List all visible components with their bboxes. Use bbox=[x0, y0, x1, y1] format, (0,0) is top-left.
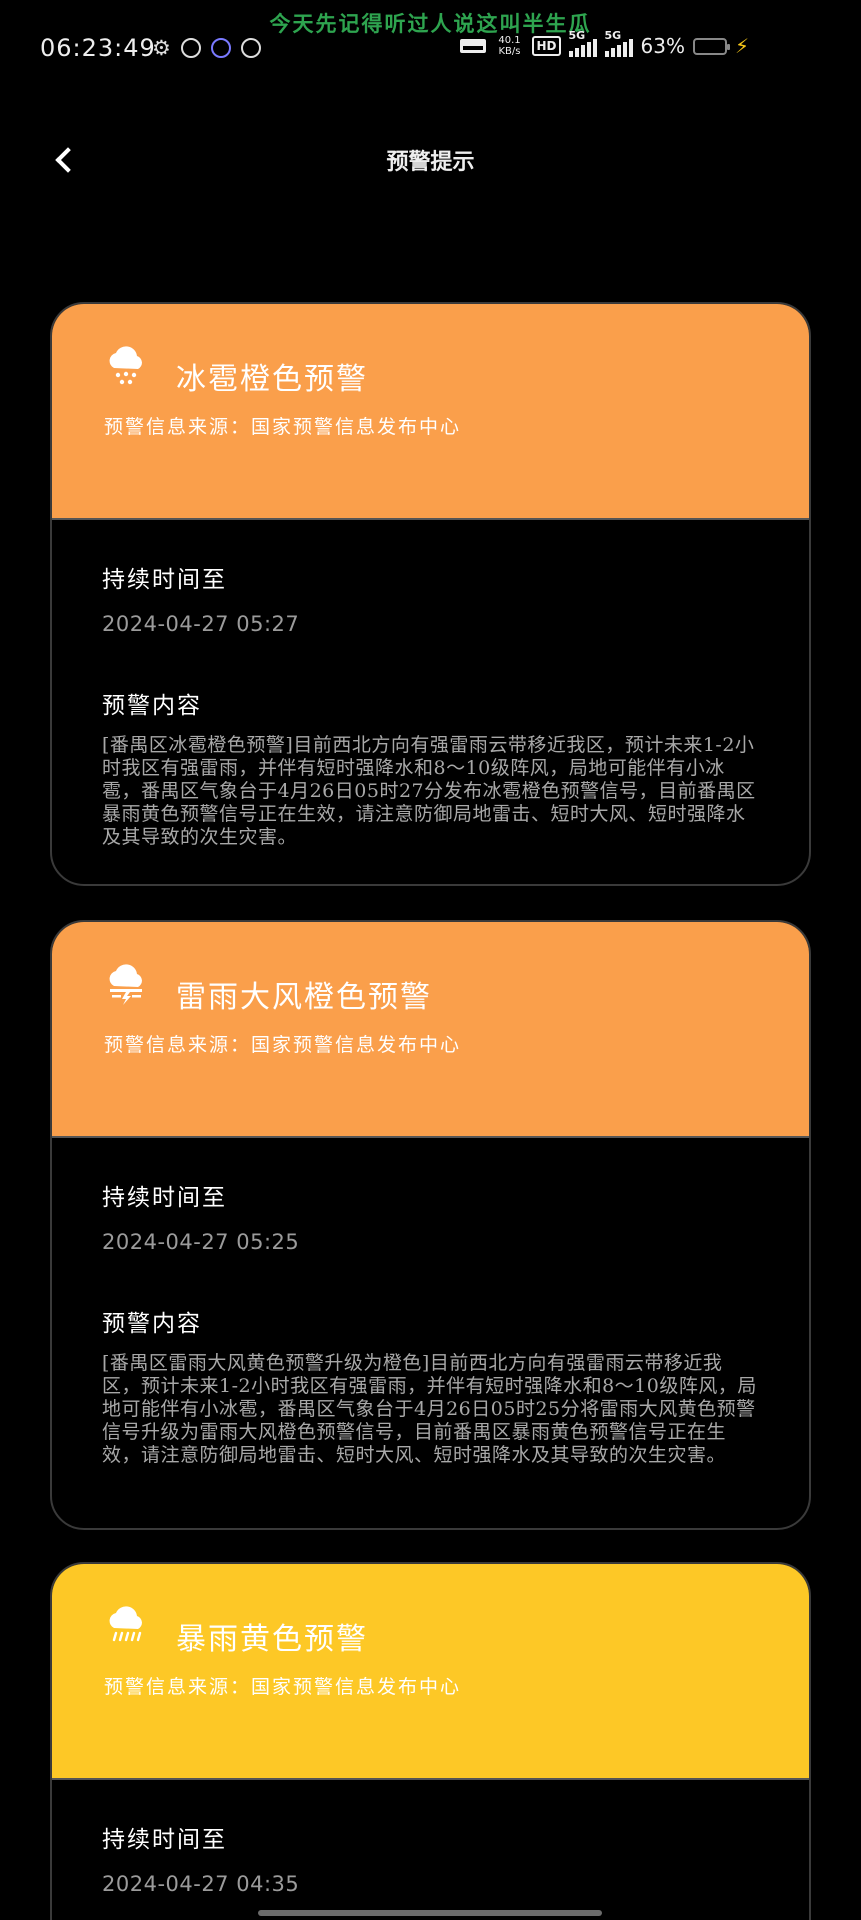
status-bar: 今天先记得听过人说这叫半生瓜 06:23:49 ⚙ 40.1 KB/s HD 5… bbox=[0, 0, 861, 80]
header: 预警提示 bbox=[0, 130, 861, 190]
content-text: [番禺区冰雹橙色预警]目前西北方向有强雷雨云带移近我区，预计未来1-2小时我区有… bbox=[102, 734, 756, 848]
rain-cloud-icon bbox=[109, 1606, 142, 1642]
warning-source: 预警信息来源：国家预警信息发布中心 bbox=[104, 1034, 462, 1056]
warning-card[interactable]: 雷雨大风橙色预警 预警信息来源：国家预警信息发布中心 持续时间至 2024-04… bbox=[50, 920, 811, 1530]
charging-icon: ⚡ bbox=[734, 34, 749, 58]
sleep-mode-icon bbox=[460, 39, 487, 53]
duration-label: 持续时间至 bbox=[102, 1185, 227, 1211]
warning-source: 预警信息来源：国家预警信息发布中心 bbox=[104, 416, 462, 438]
warning-card[interactable]: 暴雨黄色预警 预警信息来源：国家预警信息发布中心 持续时间至 2024-04-2… bbox=[50, 1562, 811, 1920]
page-title: 预警提示 bbox=[386, 149, 475, 175]
warning-title: 冰雹橙色预警 bbox=[176, 362, 368, 397]
signal-sim2-icon: 5G bbox=[604, 29, 633, 57]
status-notification-icons: ⚙ bbox=[152, 36, 261, 60]
warning-card-body: 持续时间至 2024-04-27 05:25 预警内容 [番禺区雷雨大风黄色预警… bbox=[52, 1136, 809, 1507]
duration-value: 2024-04-27 04:35 bbox=[102, 1872, 300, 1896]
home-indicator[interactable] bbox=[258, 1910, 602, 1916]
warning-card-body: 持续时间至 2024-04-27 04:35 bbox=[52, 1778, 809, 1920]
vpn-icon bbox=[240, 38, 261, 58]
sim2-label: 5G bbox=[604, 29, 622, 42]
screen: 今天先记得听过人说这叫半生瓜 06:23:49 ⚙ 40.1 KB/s HD 5… bbox=[0, 0, 861, 1920]
duration-value: 2024-04-27 05:25 bbox=[102, 1230, 300, 1254]
gear-icon: ⚙ bbox=[152, 36, 171, 60]
warning-card[interactable]: 冰雹橙色预警 预警信息来源：国家预警信息发布中心 持续时间至 2024-04-2… bbox=[50, 302, 811, 886]
hd-voice-icon: HD bbox=[532, 36, 561, 56]
battery-percent: 63% bbox=[640, 34, 685, 58]
warning-card-header: 冰雹橙色预警 预警信息来源：国家预警信息发布中心 bbox=[52, 304, 809, 518]
duration-value: 2024-04-27 05:27 bbox=[102, 612, 300, 636]
net-speed: 40.1 KB/s bbox=[498, 35, 521, 57]
warning-title: 暴雨黄色预警 bbox=[176, 1622, 368, 1657]
warning-card-header: 暴雨黄色预警 预警信息来源：国家预警信息发布中心 bbox=[52, 1564, 809, 1778]
status-right-group: 40.1 KB/s HD 5G 5G 63% ⚡ bbox=[460, 29, 749, 58]
content-label: 预警内容 bbox=[102, 1311, 202, 1337]
app-notification-icon bbox=[210, 38, 231, 58]
signal-sim1-icon: 5G bbox=[568, 29, 597, 57]
duration-label: 持续时间至 bbox=[102, 567, 227, 593]
sim1-label: 5G bbox=[568, 29, 586, 42]
content-text: [番禺区雷雨大风黄色预警升级为橙色]目前西北方向有强雷雨云带移近我区，预计未来1… bbox=[102, 1352, 757, 1466]
thunderstorm-cloud-icon bbox=[109, 964, 142, 1005]
content-label: 预警内容 bbox=[102, 693, 202, 719]
warning-card-header: 雷雨大风橙色预警 预警信息来源：国家预警信息发布中心 bbox=[52, 922, 809, 1136]
battery-icon bbox=[692, 37, 730, 55]
hail-cloud-icon bbox=[109, 346, 142, 385]
warning-title: 雷雨大风橙色预警 bbox=[176, 980, 432, 1015]
duration-label: 持续时间至 bbox=[102, 1827, 227, 1853]
warning-source: 预警信息来源：国家预警信息发布中心 bbox=[104, 1676, 462, 1698]
globe-icon bbox=[180, 38, 201, 58]
status-time: 06:23:49 bbox=[40, 34, 156, 62]
warning-card-body: 持续时间至 2024-04-27 05:27 预警内容 [番禺区冰雹橙色预警]目… bbox=[52, 518, 809, 884]
